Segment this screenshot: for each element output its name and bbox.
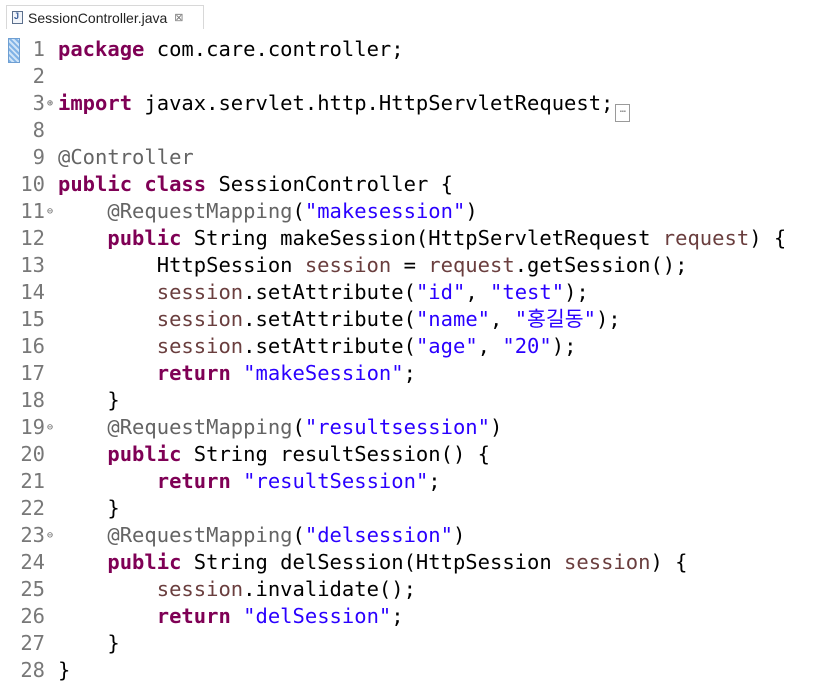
code-line[interactable]: 13 HttpSession session = request.getSess… — [0, 252, 829, 279]
line-number: 26 — [20, 604, 45, 628]
code-text: public String makeSession(HttpServletReq… — [107, 226, 787, 250]
code-line[interactable]: 22 } — [0, 495, 829, 522]
line-number: 15 — [20, 307, 45, 331]
code-text: return "makeSession"; — [156, 361, 416, 385]
code-line[interactable]: 16 session.setAttribute("age", "20"); — [0, 333, 829, 360]
code-text: return "resultSession"; — [156, 469, 441, 493]
line-number: 21 — [20, 469, 45, 493]
expand-fold-icon[interactable]: ⊕ — [47, 90, 57, 117]
line-number: 24 — [20, 550, 45, 574]
code-line[interactable]: 3 ⊕ import javax.servlet.http.HttpServletR… — [0, 90, 829, 122]
code-line[interactable]: 26 return "delSession"; — [0, 603, 829, 630]
line-number: 11 — [20, 199, 45, 223]
line-number: 13 — [20, 253, 45, 277]
code-line[interactable]: 12 public String makeSession(HttpServlet… — [0, 225, 829, 252]
code-line[interactable]: 9 @Controller — [0, 144, 829, 171]
close-icon[interactable]: ⊠ — [174, 11, 183, 24]
code-text: @RequestMapping("delsession") — [107, 523, 466, 547]
line-number: 19 — [20, 415, 45, 439]
code-text: @RequestMapping("makesession") — [107, 199, 478, 223]
line-number: 18 — [20, 388, 45, 412]
collapse-fold-icon[interactable]: ⊖ — [47, 198, 57, 225]
code-text: session.setAttribute("age", "20"); — [156, 334, 577, 358]
line-number: 1 — [32, 37, 45, 61]
code-line[interactable]: 11 ⊖ @RequestMapping("makesession") — [0, 198, 829, 225]
tab-session-controller[interactable]: SessionController.java ⊠ — [6, 5, 204, 29]
line-number: 9 — [32, 145, 45, 169]
code-text: @RequestMapping("resultsession") — [107, 415, 503, 439]
code-text: } — [58, 388, 120, 412]
code-text: @Controller — [58, 145, 194, 169]
editor-tab-bar: SessionController.java ⊠ — [0, 0, 829, 34]
line-number: 3 — [32, 91, 45, 115]
code-text: public String resultSession() { — [107, 442, 490, 466]
code-line[interactable]: 14 session.setAttribute("id", "test"); — [0, 279, 829, 306]
code-text: return "delSession"; — [156, 604, 404, 628]
line-number: 16 — [20, 334, 45, 358]
line-number: 27 — [20, 631, 45, 655]
line-number: 25 — [20, 577, 45, 601]
line-number: 2 — [32, 64, 45, 88]
code-line[interactable]: 18 } — [0, 387, 829, 414]
code-line[interactable]: 24 public String delSession(HttpSession … — [0, 549, 829, 576]
code-line[interactable]: 17 return "makeSession"; — [0, 360, 829, 387]
collapse-fold-icon[interactable]: ⊖ — [47, 522, 57, 549]
code-text: public String delSession(HttpSession ses… — [107, 550, 688, 574]
code-line[interactable]: 19 ⊖ @RequestMapping("resultsession") — [0, 414, 829, 441]
code-line[interactable]: 15 session.setAttribute("name", "홍길동"); — [0, 306, 829, 333]
line-number: 10 — [20, 172, 45, 196]
code-text: public class SessionController { — [58, 172, 453, 196]
line-number: 28 — [20, 658, 45, 682]
code-text: package com.care.controller; — [58, 37, 404, 61]
code-text: } — [58, 496, 120, 520]
code-editor[interactable]: 1 package com.care.controller; 2 3 ⊕ import j… — [0, 34, 829, 689]
line-number: 20 — [20, 442, 45, 466]
line-number: 14 — [20, 280, 45, 304]
code-line[interactable]: 2 — [0, 63, 829, 90]
code-text: } — [58, 631, 120, 655]
code-text: session.setAttribute("name", "홍길동"); — [156, 307, 621, 331]
code-text: HttpSession session = request.getSession… — [58, 253, 688, 277]
line-number: 23 — [20, 523, 45, 547]
collapse-fold-icon[interactable]: ⊖ — [47, 414, 57, 441]
code-line[interactable]: 20 public String resultSession() { — [0, 441, 829, 468]
code-line[interactable]: 8 — [0, 117, 829, 144]
tab-title: SessionController.java — [28, 9, 168, 26]
code-line[interactable]: 10 public class SessionController { — [0, 171, 829, 198]
code-line[interactable]: 28} — [0, 657, 829, 684]
java-file-icon — [12, 11, 23, 24]
line-number: 22 — [20, 496, 45, 520]
code-text: session.invalidate(); — [156, 577, 416, 601]
code-line[interactable]: 25 session.invalidate(); — [0, 576, 829, 603]
line-number: 17 — [20, 361, 45, 385]
code-line[interactable]: 1 package com.care.controller; — [0, 36, 829, 63]
code-line[interactable]: 23 ⊖ @RequestMapping("delsession") — [0, 522, 829, 549]
line-number: 8 — [32, 118, 45, 142]
code-text: session.setAttribute("id", "test"); — [156, 280, 589, 304]
line-number: 12 — [20, 226, 45, 250]
code-line[interactable]: 27 } — [0, 630, 829, 657]
code-text: } — [58, 658, 71, 682]
code-line[interactable]: 21 return "resultSession"; — [0, 468, 829, 495]
